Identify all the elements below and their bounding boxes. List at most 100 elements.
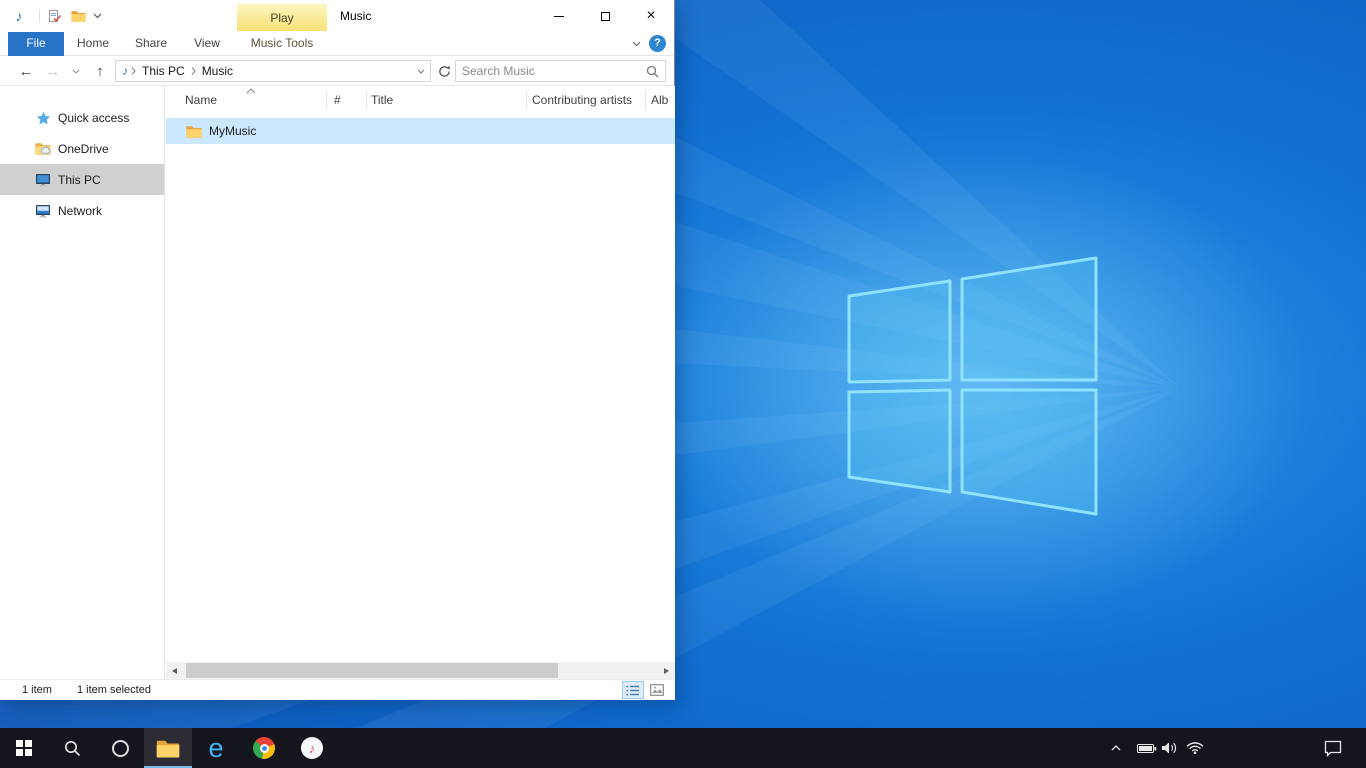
sidebar-item-label: OneDrive (58, 142, 109, 156)
titlebar[interactable]: ♪ Play Music × (0, 0, 674, 32)
volume-tray-button[interactable] (1158, 728, 1182, 768)
taskbar-file-explorer[interactable] (144, 728, 192, 768)
close-button[interactable]: × (628, 0, 674, 32)
qat-new-folder-button[interactable] (69, 7, 87, 25)
tab-share[interactable]: Share (126, 32, 176, 56)
search-icon (64, 740, 81, 757)
search-icon[interactable] (646, 65, 659, 78)
scrollbar-thumb[interactable] (186, 663, 558, 678)
onedrive-icon (34, 142, 52, 155)
taskbar-chrome[interactable] (240, 728, 288, 768)
taskbar-search-button[interactable] (48, 728, 96, 768)
contextual-tab-group-play[interactable]: Play (237, 4, 327, 31)
battery-tray-button[interactable] (1134, 728, 1160, 768)
sidebar-item-this-pc[interactable]: This PC (0, 164, 164, 195)
breadcrumb-chevron-icon (191, 67, 196, 75)
file-row-mymusic[interactable]: MyMusic (166, 118, 675, 144)
tab-music-tools[interactable]: Music Tools (236, 32, 328, 56)
tab-file[interactable]: File (8, 32, 64, 56)
star-icon (34, 111, 52, 125)
sidebar-item-network[interactable]: Network (0, 195, 164, 226)
computer-icon (34, 173, 52, 187)
chevron-down-icon (417, 69, 425, 74)
refresh-icon (438, 65, 451, 78)
minimize-icon (554, 16, 564, 17)
action-center-button[interactable] (1316, 728, 1350, 768)
large-icons-view-icon (650, 684, 664, 696)
music-player-icon: ♪ (301, 737, 323, 759)
chrome-icon (253, 737, 275, 759)
column-header-number[interactable]: # (334, 93, 341, 107)
breadcrumb-this-pc[interactable]: This PC (139, 61, 188, 81)
contextual-group-label: Play (270, 11, 293, 25)
details-view-icon (626, 685, 640, 696)
hidden-icons-chevron[interactable] (1104, 728, 1128, 768)
taskbar-internet-explorer[interactable]: e (192, 728, 240, 768)
qat-properties-button[interactable] (46, 7, 64, 25)
cortana-icon (112, 740, 129, 757)
maximize-button[interactable] (582, 0, 628, 32)
speaker-icon (1161, 741, 1179, 755)
large-icons-view-button[interactable] (646, 681, 668, 699)
start-button[interactable] (0, 728, 48, 768)
internet-explorer-icon: e (208, 735, 223, 762)
wifi-icon (1186, 741, 1204, 755)
sidebar-item-label: This PC (58, 173, 101, 187)
sidebar-item-onedrive[interactable]: OneDrive (0, 133, 164, 164)
address-dropdown-chevron[interactable] (412, 61, 430, 81)
breadcrumb-music[interactable]: Music (199, 61, 236, 81)
column-header-contributing-artists[interactable]: Contributing artists (532, 93, 632, 107)
search-input[interactable] (456, 62, 646, 80)
scrollbar-track[interactable] (183, 662, 658, 679)
chevron-down-icon (93, 13, 102, 19)
maximize-icon (601, 12, 610, 21)
sidebar-item-quick-access[interactable]: Quick access (0, 102, 164, 133)
help-button[interactable]: ? (649, 35, 666, 52)
up-button[interactable]: ↑ (88, 56, 112, 86)
details-view-button[interactable] (622, 681, 644, 699)
column-separator[interactable] (526, 91, 527, 109)
scroll-right-button[interactable] (658, 662, 675, 679)
minimize-button[interactable] (536, 0, 582, 32)
column-separator[interactable] (366, 91, 367, 109)
chevron-down-icon (632, 41, 641, 47)
tab-view[interactable]: View (184, 32, 230, 56)
cortana-button[interactable] (96, 728, 144, 768)
navigation-row: ← → ↑ ♪ This PC Music (0, 56, 674, 86)
breadcrumb-chevron-icon (131, 67, 136, 75)
action-center-icon (1323, 739, 1343, 757)
network-tray-button[interactable] (1182, 728, 1208, 768)
navigation-pane: Quick access OneDrive This (0, 86, 165, 679)
address-bar[interactable]: ♪ This PC Music (115, 60, 431, 82)
ribbon-expand-chevron[interactable] (628, 36, 644, 52)
column-header-album[interactable]: Alb (651, 93, 668, 107)
scroll-left-button[interactable] (166, 662, 183, 679)
qat-customize-chevron[interactable] (91, 7, 104, 25)
windows-logo-icon (16, 740, 32, 756)
scroll-left-icon (172, 668, 177, 674)
column-separator[interactable] (645, 91, 646, 109)
horizontal-scrollbar[interactable] (166, 662, 675, 679)
file-name: MyMusic (209, 124, 256, 138)
file-explorer-icon (156, 739, 180, 758)
column-header-name[interactable]: Name (185, 93, 217, 107)
sidebar-item-label: Network (58, 204, 102, 218)
window-controls: × (536, 0, 674, 32)
forward-button[interactable]: → (40, 56, 66, 86)
column-separator[interactable] (326, 91, 327, 109)
refresh-button[interactable] (434, 60, 454, 82)
back-button[interactable]: ← (12, 56, 40, 86)
music-note-icon: ♪ (11, 8, 27, 24)
taskbar-music-player[interactable]: ♪ (288, 728, 336, 768)
close-icon: × (646, 8, 655, 24)
sort-ascending-icon (246, 88, 256, 94)
column-header-title[interactable]: Title (371, 93, 393, 107)
recent-locations-chevron[interactable] (68, 56, 84, 86)
scroll-right-icon (664, 668, 669, 674)
file-list-area[interactable]: Name # Title Contributing artists Alb My… (166, 86, 675, 662)
tab-home[interactable]: Home (70, 32, 116, 56)
selection-count: 1 item selected (77, 684, 151, 696)
taskbar: e ♪ (0, 728, 1366, 768)
qat-separator (39, 9, 40, 23)
properties-icon (48, 9, 62, 23)
